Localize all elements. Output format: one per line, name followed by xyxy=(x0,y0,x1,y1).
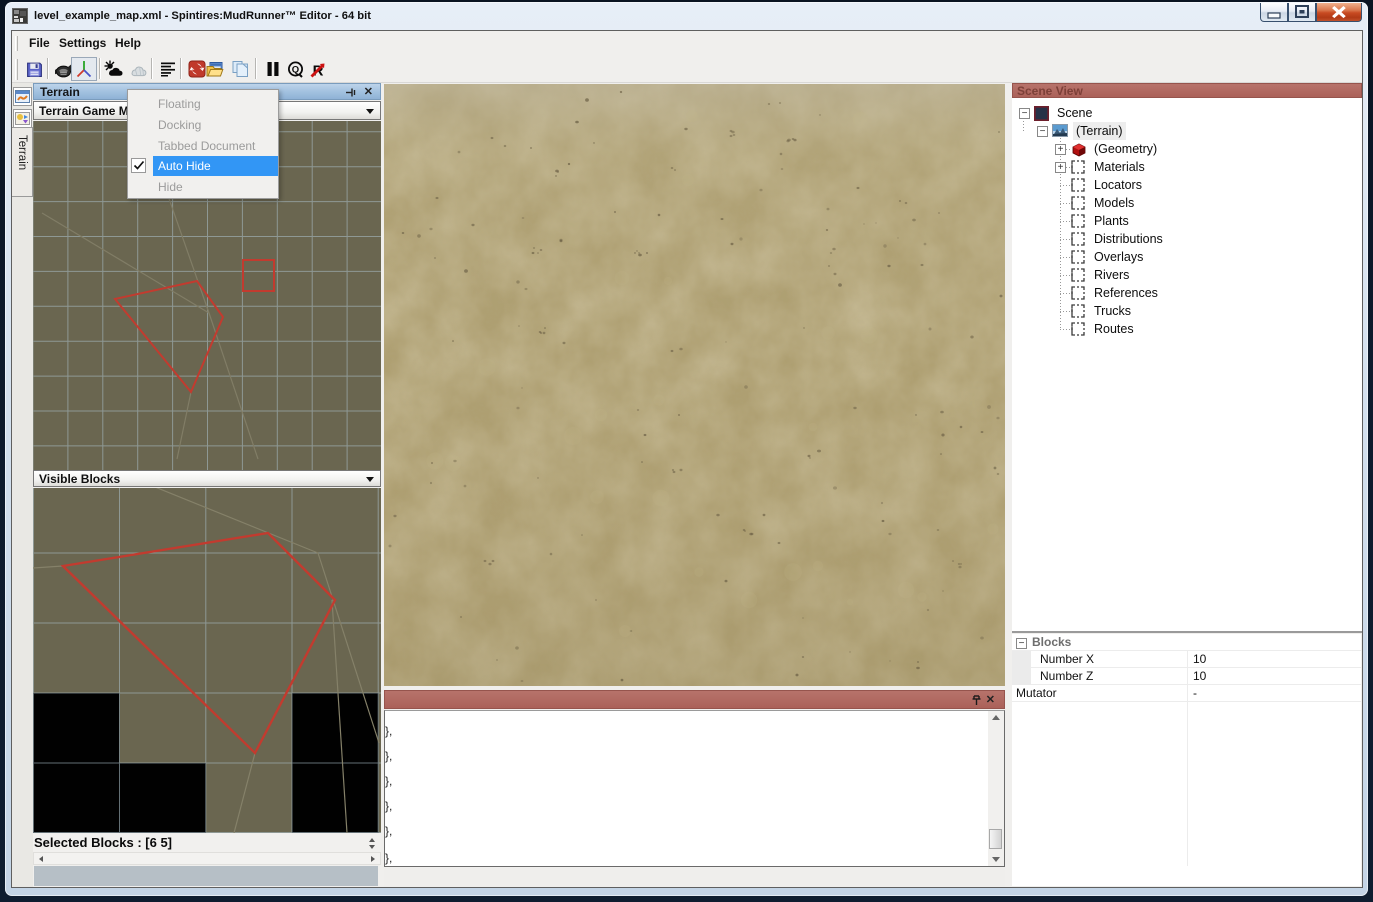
svg-text:Q: Q xyxy=(291,64,298,75)
